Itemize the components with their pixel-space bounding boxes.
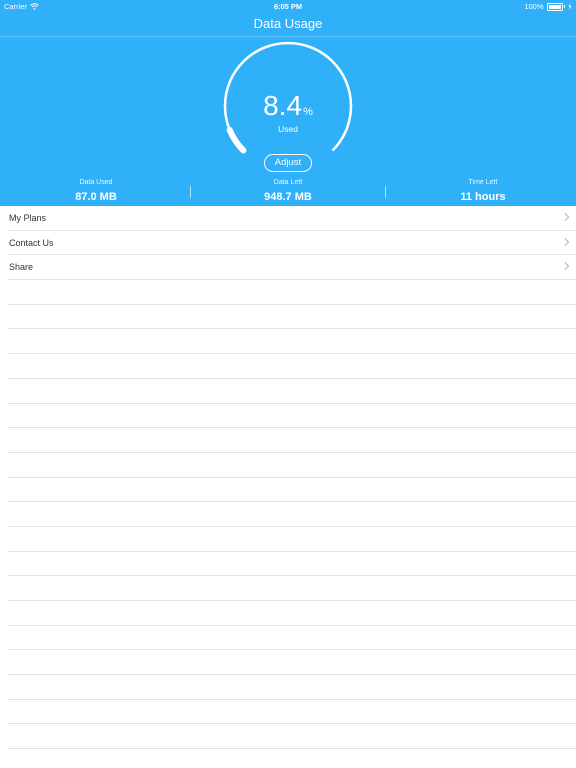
menu-list: My Plans Contact Us Share <box>0 206 576 750</box>
header: Carrier 6:05 PM 100% Data Usage 8.4% Use… <box>0 0 576 206</box>
chevron-right-icon <box>560 212 570 222</box>
battery-icon <box>546 2 563 11</box>
chevron-right-icon <box>560 262 570 271</box>
stat-data-used: Data Used 87.0 MB <box>0 178 192 206</box>
stat-label: Data Used <box>79 179 113 186</box>
gauge-value: 8.4% <box>0 89 576 123</box>
stat-label: Time Left <box>468 179 498 186</box>
stat-divider <box>190 186 191 198</box>
nav-divider <box>0 36 576 37</box>
menu-item-label: Share <box>9 262 34 273</box>
stat-value: 948.7 MB <box>264 191 312 203</box>
empty-row <box>8 404 576 429</box>
stat-value: 11 hours <box>460 191 506 203</box>
empty-row <box>8 576 576 601</box>
empty-row <box>8 280 576 305</box>
gauge-label: Used <box>278 124 298 134</box>
page-title: Data Usage <box>253 16 323 31</box>
empty-row <box>8 552 576 577</box>
empty-row <box>8 502 576 527</box>
empty-row <box>8 675 576 700</box>
battery-fill <box>548 4 561 9</box>
status-bar: Carrier 6:05 PM 100% <box>0 0 576 13</box>
menu-item-contact-us[interactable]: Contact Us <box>8 231 576 256</box>
empty-row <box>8 305 576 330</box>
stat-value: 87.0 MB <box>75 191 117 203</box>
gauge-number: 8.4 <box>263 90 303 121</box>
empty-row <box>8 724 576 750</box>
battery-percent: 100% <box>524 2 544 11</box>
menu-item-label: My Plans <box>9 213 47 223</box>
empty-row <box>8 354 576 379</box>
menu-item-share[interactable]: Share <box>8 255 576 281</box>
chevron-right-icon <box>560 237 570 246</box>
stat-time-left: Time Left 11 hours <box>387 178 576 206</box>
empty-row <box>8 527 576 552</box>
gauge-unit: % <box>303 106 313 118</box>
status-right: 100% <box>524 0 572 13</box>
adjust-button[interactable]: Adjust <box>264 154 312 172</box>
empty-row <box>8 379 576 404</box>
empty-row <box>8 601 576 626</box>
stats-row: Data Used 87.0 MB Data Left 948.7 MB Tim… <box>0 178 576 206</box>
empty-row <box>8 428 576 453</box>
empty-row <box>8 626 576 651</box>
empty-row <box>8 453 576 478</box>
menu-item-label: Contact Us <box>9 237 54 248</box>
charging-icon <box>568 3 572 10</box>
stat-label: Data Left <box>273 179 303 186</box>
status-time: 6:05 PM <box>273 2 303 11</box>
empty-row <box>8 650 576 676</box>
empty-row <box>8 478 576 503</box>
battery-tip <box>563 5 565 8</box>
empty-row <box>8 329 576 355</box>
empty-row <box>8 700 576 725</box>
stat-data-left: Data Left 948.7 MB <box>192 178 384 206</box>
stat-divider <box>385 186 386 198</box>
menu-item-my-plans[interactable]: My Plans <box>8 206 576 231</box>
